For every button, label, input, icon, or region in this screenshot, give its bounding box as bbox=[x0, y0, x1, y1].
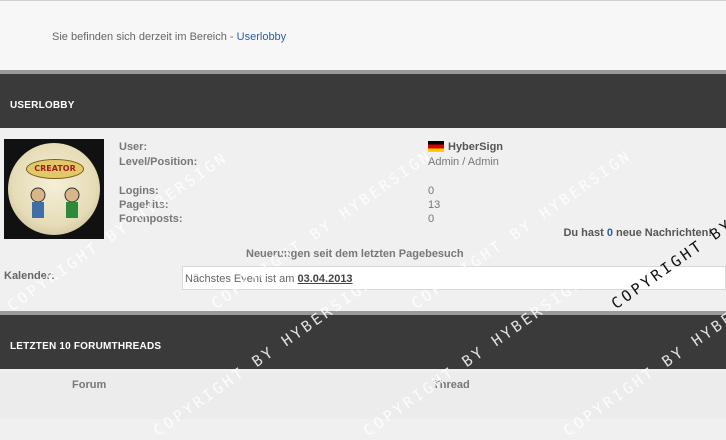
value-level: Admin / Admin bbox=[428, 156, 499, 168]
userlobby-header: USERLOBBY bbox=[0, 70, 726, 128]
messages-suffix: neue Nachrichten! bbox=[612, 227, 712, 239]
column-forum: Forum bbox=[72, 379, 107, 391]
calendar-label: Kalender: bbox=[4, 270, 55, 282]
avatar-image: CREATOR bbox=[8, 143, 100, 235]
label-pagehits: Pagehits: bbox=[119, 199, 169, 211]
forumthreads-header: LETZTEN 10 FORUMTHREADS bbox=[0, 311, 726, 369]
user-name[interactable]: HyberSign bbox=[428, 141, 503, 153]
top-bar: Sie befinden sich derzeit im Bereich - U… bbox=[0, 0, 726, 72]
messages-prefix: Du hast bbox=[563, 227, 607, 239]
label-user: User: bbox=[119, 141, 148, 153]
column-thread: Thread bbox=[433, 379, 470, 391]
calendar-event-box: Nächstes Event ist am 03.04.2013 bbox=[182, 266, 726, 290]
breadcrumb-link-userlobby[interactable]: Userlobby bbox=[237, 31, 287, 43]
event-text-wrap: Nächstes Event ist am 03.04.2013 bbox=[185, 273, 353, 285]
event-date-link[interactable]: 03.04.2013 bbox=[298, 273, 353, 285]
threads-table-header-row bbox=[0, 372, 726, 419]
messages-notice[interactable]: Du hast 0 neue Nachrichten! bbox=[563, 227, 712, 239]
value-logins: 0 bbox=[428, 185, 435, 197]
avatar: CREATOR bbox=[4, 139, 104, 239]
label-level: Level/Position: bbox=[119, 156, 198, 168]
breadcrumb-prefix: Sie befinden sich derzeit im Bereich - bbox=[52, 31, 237, 43]
label-forenposts: Forenposts: bbox=[119, 213, 183, 225]
value-pagehits: 13 bbox=[428, 199, 441, 211]
german-flag-icon bbox=[428, 141, 444, 152]
userlobby-title: USERLOBBY bbox=[10, 100, 75, 111]
value-forenposts: 0 bbox=[428, 213, 435, 225]
breadcrumb: Sie befinden sich derzeit im Bereich - U… bbox=[52, 31, 286, 43]
label-logins: Logins: bbox=[119, 185, 159, 197]
user-name-text: HyberSign bbox=[448, 141, 504, 153]
event-text: Nächstes Event ist am bbox=[185, 273, 298, 285]
forumthreads-title: LETZTEN 10 FORUMTHREADS bbox=[10, 341, 162, 352]
news-heading: Neuerungen seit dem letzten Pagebesuch bbox=[246, 248, 464, 260]
